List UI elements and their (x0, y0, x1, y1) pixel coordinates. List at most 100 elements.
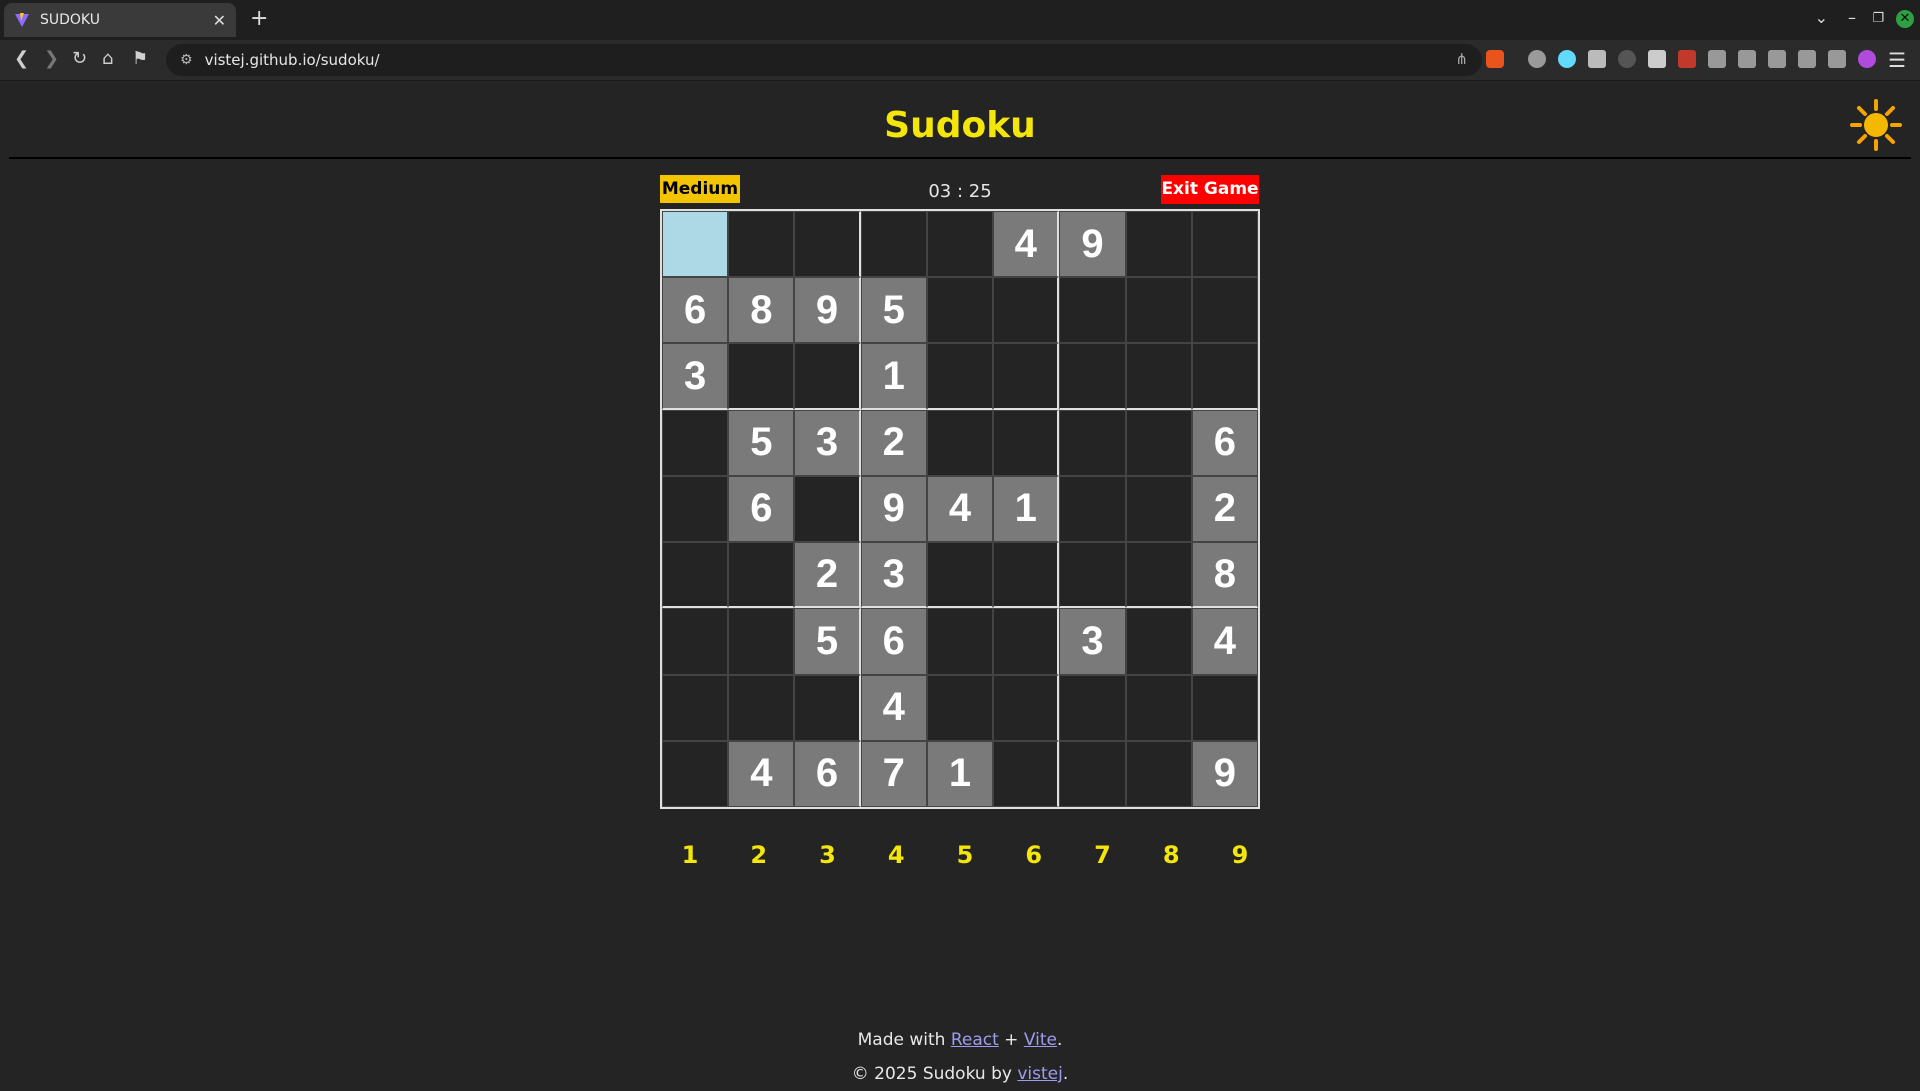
sudoku-cell[interactable] (1059, 674, 1126, 741)
sudoku-cell[interactable]: 8 (728, 277, 795, 344)
sudoku-cell[interactable] (1125, 343, 1192, 410)
share-icon[interactable]: ⋔ (1455, 50, 1468, 68)
new-tab-button[interactable]: + (250, 6, 268, 31)
react-link[interactable]: React (951, 1030, 999, 1050)
sudoku-cell[interactable] (1125, 674, 1192, 741)
profile-icon[interactable] (1858, 50, 1876, 68)
sudoku-cell[interactable]: 1 (926, 740, 994, 807)
sudoku-cell[interactable] (926, 343, 994, 410)
sudoku-cell[interactable]: 7 (860, 740, 927, 807)
sudoku-cell[interactable] (993, 409, 1060, 476)
url-text[interactable]: vistej.github.io/sudoku/ (205, 51, 380, 69)
sudoku-cell[interactable]: 5 (860, 277, 927, 344)
sudoku-cell[interactable] (1125, 277, 1192, 344)
extension-icon[interactable] (1678, 50, 1696, 68)
sudoku-cell[interactable]: 9 (860, 475, 927, 543)
sudoku-cell[interactable]: 6 (860, 608, 927, 675)
sudoku-cell[interactable]: 4 (993, 211, 1060, 278)
sudoku-cell[interactable] (860, 211, 927, 278)
sudoku-cell[interactable] (993, 343, 1060, 410)
sudoku-cell[interactable]: 9 (794, 277, 861, 344)
sudoku-cell[interactable]: 6 (662, 277, 729, 344)
sudoku-cell[interactable]: 5 (794, 608, 861, 675)
music-icon[interactable] (1738, 50, 1756, 68)
forward-icon[interactable]: ❯ (44, 48, 59, 69)
sudoku-cell[interactable] (1191, 674, 1258, 741)
reload-icon[interactable]: ↻ (72, 48, 87, 69)
sudoku-cell[interactable] (1059, 542, 1126, 609)
sudoku-cell[interactable] (926, 608, 994, 675)
sudoku-cell[interactable]: 2 (794, 542, 861, 609)
sudoku-cell[interactable] (1191, 343, 1258, 410)
sudoku-cell[interactable] (662, 475, 729, 543)
sudoku-cell[interactable] (728, 211, 795, 278)
brave-shields-icon[interactable] (1486, 50, 1504, 68)
sudoku-cell[interactable] (662, 674, 729, 741)
sudoku-cell[interactable]: 1 (993, 475, 1060, 543)
sudoku-cell[interactable] (1191, 277, 1258, 344)
exit-game-button[interactable]: Exit Game (1161, 175, 1259, 204)
sudoku-cell[interactable] (662, 542, 729, 609)
sudoku-cell[interactable] (1125, 608, 1192, 675)
sudoku-cell[interactable] (728, 343, 795, 410)
sudoku-cell[interactable]: 4 (728, 740, 795, 807)
sudoku-cell[interactable]: 6 (1191, 409, 1258, 476)
extension-icon[interactable] (1648, 50, 1666, 68)
restore-icon[interactable]: ❐ (1872, 11, 1884, 26)
sudoku-cell[interactable]: 8 (1191, 542, 1258, 609)
sudoku-cell[interactable]: 3 (1059, 608, 1126, 675)
sudoku-cell[interactable] (926, 542, 994, 609)
sudoku-cell[interactable] (993, 740, 1060, 807)
sudoku-cell[interactable] (1125, 475, 1192, 543)
sudoku-cell[interactable] (993, 674, 1060, 741)
home-icon[interactable]: ⌂ (102, 48, 113, 69)
leo-icon[interactable] (1828, 50, 1846, 68)
sudoku-cell[interactable]: 2 (1191, 475, 1258, 543)
sudoku-cell[interactable] (662, 740, 729, 807)
number-button[interactable]: 6 (1004, 841, 1064, 869)
sudoku-cell[interactable] (1125, 409, 1192, 476)
sudoku-cell[interactable] (794, 211, 861, 278)
sun-icon[interactable] (1850, 99, 1902, 151)
number-button[interactable]: 3 (798, 841, 858, 869)
number-button[interactable]: 7 (1073, 841, 1133, 869)
sudoku-cell[interactable] (1059, 740, 1126, 807)
sudoku-cell[interactable]: 4 (1191, 608, 1258, 675)
author-link[interactable]: vistej (1017, 1064, 1063, 1084)
sudoku-cell[interactable] (794, 475, 861, 543)
sudoku-cell[interactable] (926, 409, 994, 476)
sudoku-cell[interactable] (993, 277, 1060, 344)
sudoku-cell[interactable]: 1 (860, 343, 927, 410)
sudoku-cell[interactable] (662, 211, 729, 278)
number-button[interactable]: 4 (866, 841, 926, 869)
wallet-icon[interactable] (1798, 50, 1816, 68)
sudoku-cell[interactable] (662, 409, 729, 476)
sudoku-cell[interactable] (1125, 211, 1192, 278)
sudoku-cell[interactable]: 9 (1191, 740, 1258, 807)
close-window-icon[interactable]: ✕ (1896, 10, 1914, 28)
vue-icon[interactable] (1588, 50, 1606, 68)
sudoku-cell[interactable] (1059, 277, 1126, 344)
sidebar-icon[interactable] (1768, 50, 1786, 68)
minimize-icon[interactable]: – (1848, 8, 1856, 27)
sudoku-cell[interactable] (728, 608, 795, 675)
menu-icon[interactable]: ☰ (1888, 48, 1906, 72)
sudoku-cell[interactable]: 9 (1059, 211, 1126, 278)
sudoku-cell[interactable] (662, 608, 729, 675)
sudoku-cell[interactable] (1191, 211, 1258, 278)
sudoku-cell[interactable] (1059, 475, 1126, 543)
address-bar[interactable]: ⚙ vistej.github.io/sudoku/ ⋔ (166, 44, 1482, 76)
sudoku-cell[interactable] (993, 608, 1060, 675)
sudoku-cell[interactable] (794, 674, 861, 741)
sudoku-cell[interactable]: 4 (926, 475, 994, 543)
site-info-icon[interactable]: ⚙ (180, 52, 193, 68)
sudoku-cell[interactable]: 3 (794, 409, 861, 476)
puzzle-icon[interactable] (1708, 50, 1726, 68)
number-button[interactable]: 8 (1141, 841, 1201, 869)
sudoku-cell[interactable] (926, 277, 994, 344)
sudoku-cell[interactable] (728, 674, 795, 741)
sudoku-cell[interactable] (926, 674, 994, 741)
sudoku-cell[interactable]: 4 (860, 674, 927, 741)
sudoku-cell[interactable] (1125, 740, 1192, 807)
sudoku-cell[interactable]: 6 (728, 475, 795, 543)
